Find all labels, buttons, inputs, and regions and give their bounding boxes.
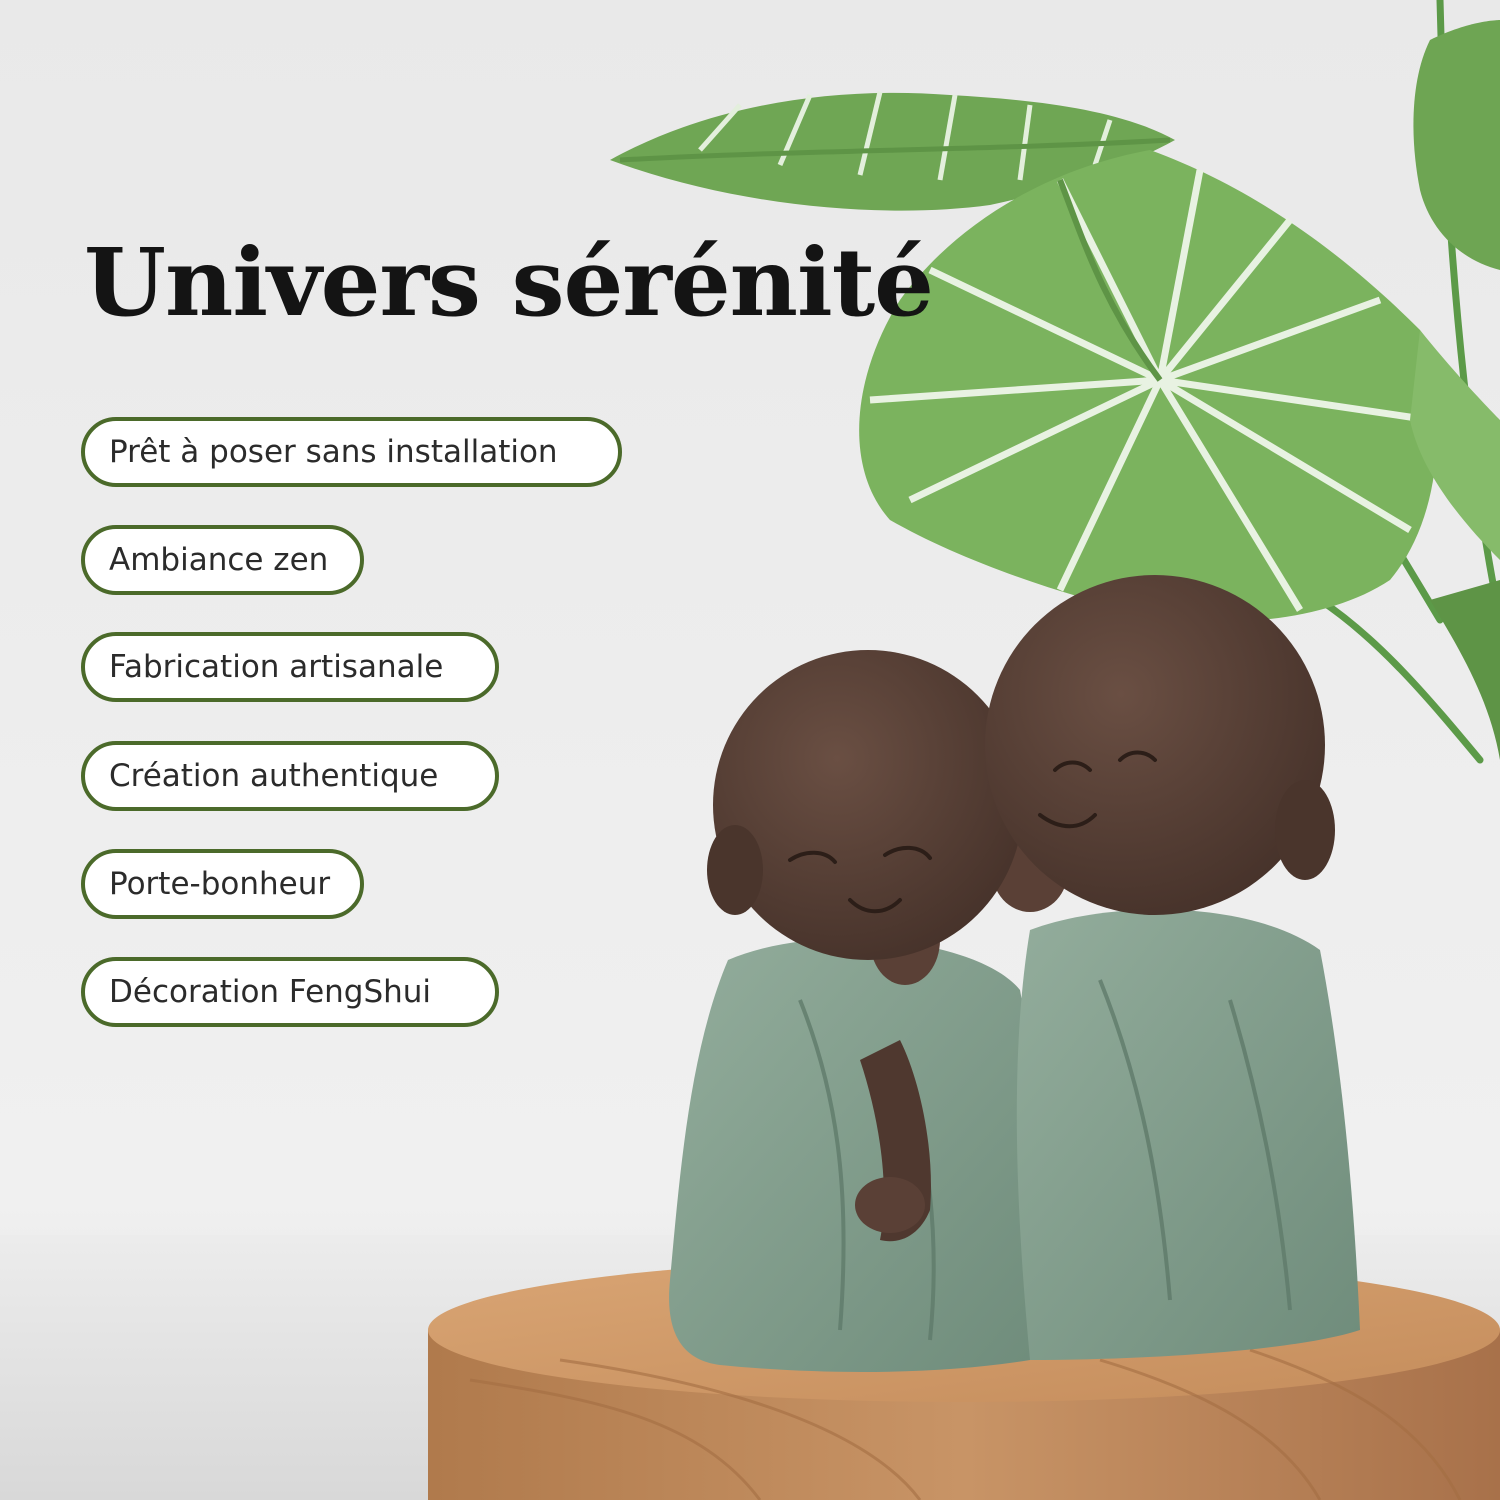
monk-left-robe <box>669 938 1041 1372</box>
feature-badge-label: Ambiance zen <box>109 542 329 578</box>
feature-badge-label: Porte-bonheur <box>109 866 331 902</box>
feature-badge-ready-to-place: Prêt à poser sans installation <box>81 417 622 487</box>
feature-badge-authentic-creation: Création authentique <box>81 741 499 811</box>
feature-badge-label: Création authentique <box>109 758 439 794</box>
monk-left-head <box>713 650 1023 960</box>
feature-badge-label: Prêt à poser sans installation <box>109 434 558 470</box>
feature-badge-label: Fabrication artisanale <box>109 649 444 685</box>
feature-badge-handmade: Fabrication artisanale <box>81 632 499 702</box>
monk-right-robe <box>1016 909 1360 1360</box>
page-title: Univers sérénité <box>84 228 934 338</box>
feature-badge-lucky-charm: Porte-bonheur <box>81 849 364 919</box>
feature-badge-zen-ambiance: Ambiance zen <box>81 525 364 595</box>
feature-badge-label: Décoration FengShui <box>109 974 432 1010</box>
monk-right-head <box>985 575 1325 915</box>
feature-badge-fengshui-decoration: Décoration FengShui <box>81 957 499 1027</box>
